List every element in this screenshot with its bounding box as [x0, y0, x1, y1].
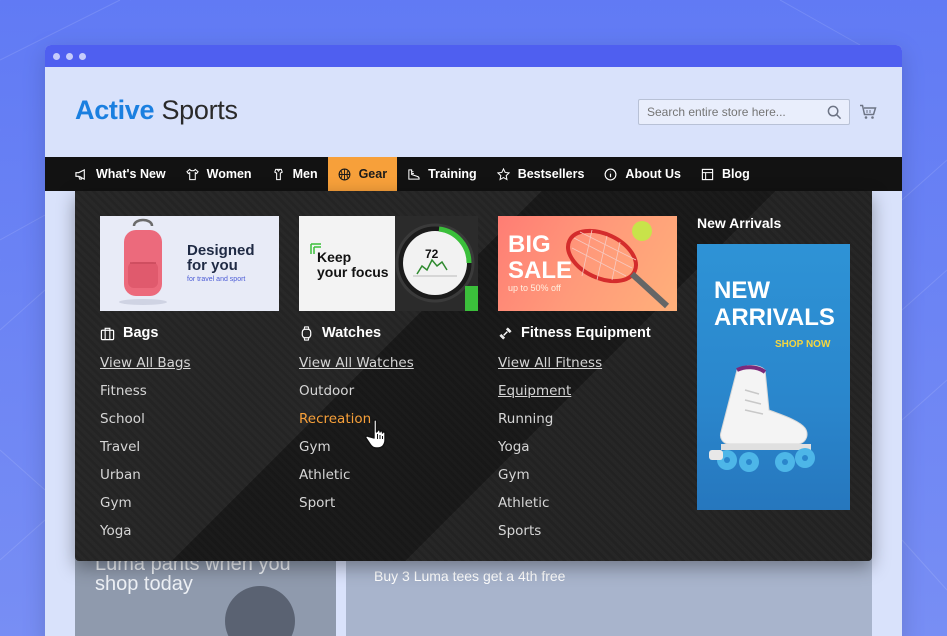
nav-label: Blog: [721, 167, 750, 181]
column-heading-fitness-equipment[interactable]: Fitness Equipment: [498, 325, 677, 341]
menu-link[interactable]: Yoga: [100, 517, 279, 545]
fitness-banner-line1: BIG: [508, 231, 551, 258]
smartwatch-image: 72: [395, 216, 478, 311]
window-dot: [79, 52, 86, 60]
shirt-icon: [273, 168, 283, 180]
layout-icon: [701, 168, 714, 180]
logo-strong: Active: [75, 95, 155, 125]
menu-link[interactable]: Running: [498, 405, 677, 433]
nav-label: About Us: [625, 167, 681, 181]
nav-item-gear[interactable]: Gear: [327, 157, 398, 191]
fitness-link-list: View All Fitness Equipment Running Yoga …: [498, 349, 677, 545]
menu-link[interactable]: School: [100, 405, 279, 433]
window-dot: [66, 52, 73, 60]
mega-menu-dropdown: Designed for you for travel and sport Ba…: [75, 191, 872, 561]
backpack-image: [119, 218, 167, 305]
nav-item-training[interactable]: Training: [397, 157, 487, 191]
main-navigation: What's New Women Men Gear Training Bests…: [45, 157, 902, 191]
browser-window: Active Sports What's New Women Men: [45, 45, 902, 636]
column-heading-label: Watches: [322, 325, 382, 341]
new-arrivals-banner[interactable]: NEW ARRIVALS SHOP NOW: [697, 244, 850, 510]
site-header: Active Sports: [45, 67, 902, 157]
menu-link[interactable]: Fitness: [100, 377, 279, 405]
site-logo[interactable]: Active Sports: [75, 95, 238, 126]
column-heading-bags[interactable]: Bags: [100, 325, 279, 341]
menu-column-fitness-equipment: BIG SALE up to 50% off Fitness Equipment…: [498, 216, 677, 545]
dumbbell-icon: [499, 326, 512, 340]
watch-number: 72: [425, 247, 439, 261]
menu-link[interactable]: Gym: [498, 461, 677, 489]
menu-link[interactable]: Outdoor: [299, 377, 478, 405]
menu-link[interactable]: Athletic: [498, 489, 677, 517]
megaphone-icon: [75, 168, 85, 180]
nav-item-men[interactable]: Men: [262, 157, 328, 191]
menu-link[interactable]: Athletic: [299, 461, 478, 489]
new-arrivals-banner-line1: NEW: [714, 277, 770, 304]
menu-link[interactable]: Sport: [299, 489, 478, 517]
bag-icon: [100, 327, 115, 340]
tennis-racket-image: [566, 221, 670, 309]
watches-banner[interactable]: Keep your focus 72: [299, 216, 478, 311]
nav-item-bestsellers[interactable]: Bestsellers: [487, 157, 595, 191]
nav-item-about-us[interactable]: About Us: [594, 157, 691, 191]
bags-link-list: View All Bags Fitness School Travel Urba…: [100, 349, 279, 545]
fitness-banner-sub: up to 50% off: [508, 283, 561, 293]
promo-right-text: Buy 3 Luma tees get a 4th free: [374, 568, 566, 584]
menu-link[interactable]: Urban: [100, 461, 279, 489]
nav-label: Training: [428, 167, 477, 181]
info-icon: [604, 168, 617, 180]
menu-link[interactable]: Sports: [498, 517, 677, 545]
nav-label: Gear: [358, 167, 388, 181]
search-icon[interactable]: [827, 105, 842, 120]
window-dot: [53, 52, 60, 60]
menu-link-view-all-fitness-equipment[interactable]: View All Fitness Equipment: [498, 349, 677, 405]
window-titlebar: [45, 45, 902, 67]
menu-link[interactable]: Yoga: [498, 433, 677, 461]
menu-column-watches: Keep your focus 72 Watches View All Watc…: [299, 216, 478, 517]
nav-label: Bestsellers: [517, 167, 585, 181]
menu-link[interactable]: Gym: [100, 489, 279, 517]
cart-icon[interactable]: [859, 104, 877, 120]
column-heading-label: Bags: [123, 325, 159, 341]
menu-link[interactable]: Travel: [100, 433, 279, 461]
watch-icon: [301, 325, 312, 341]
star-icon: [496, 167, 510, 181]
tshirt-icon: [185, 168, 199, 180]
roller-skate-image: [709, 365, 815, 472]
new-arrivals-banner-line2: ARRIVALS: [714, 304, 835, 331]
shoe-icon: [408, 168, 420, 180]
bags-banner-sub: for travel and sport: [187, 276, 246, 283]
fitness-banner[interactable]: BIG SALE up to 50% off: [498, 216, 677, 311]
basketball-icon: [338, 168, 351, 180]
search-input[interactable]: [638, 99, 850, 125]
watches-banner-line1: Keep: [317, 249, 352, 265]
nav-item-blog[interactable]: Blog: [691, 157, 760, 191]
shop-now-link[interactable]: SHOP NOW: [775, 339, 830, 350]
logo-light: Sports: [161, 95, 238, 125]
menu-column-bags: Designed for you for travel and sport Ba…: [100, 216, 279, 545]
nav-item-women[interactable]: Women: [176, 157, 262, 191]
column-heading-watches[interactable]: Watches: [299, 325, 478, 341]
menu-link-view-all-bags[interactable]: View All Bags: [100, 349, 279, 377]
column-heading-label: Fitness Equipment: [521, 325, 651, 341]
menu-link-view-all-watches[interactable]: View All Watches: [299, 349, 478, 377]
bags-banner-line2: for you: [187, 257, 238, 274]
nav-label: Men: [292, 167, 318, 181]
nav-label: What's New: [96, 167, 166, 181]
nav-label: Women: [206, 167, 252, 181]
new-arrivals-heading: New Arrivals: [697, 215, 782, 231]
watches-banner-line2: your focus: [317, 264, 389, 280]
hand-cursor-icon: [365, 419, 386, 449]
bags-banner[interactable]: Designed for you for travel and sport: [100, 216, 279, 311]
nav-item-whats-new[interactable]: What's New: [65, 157, 176, 191]
